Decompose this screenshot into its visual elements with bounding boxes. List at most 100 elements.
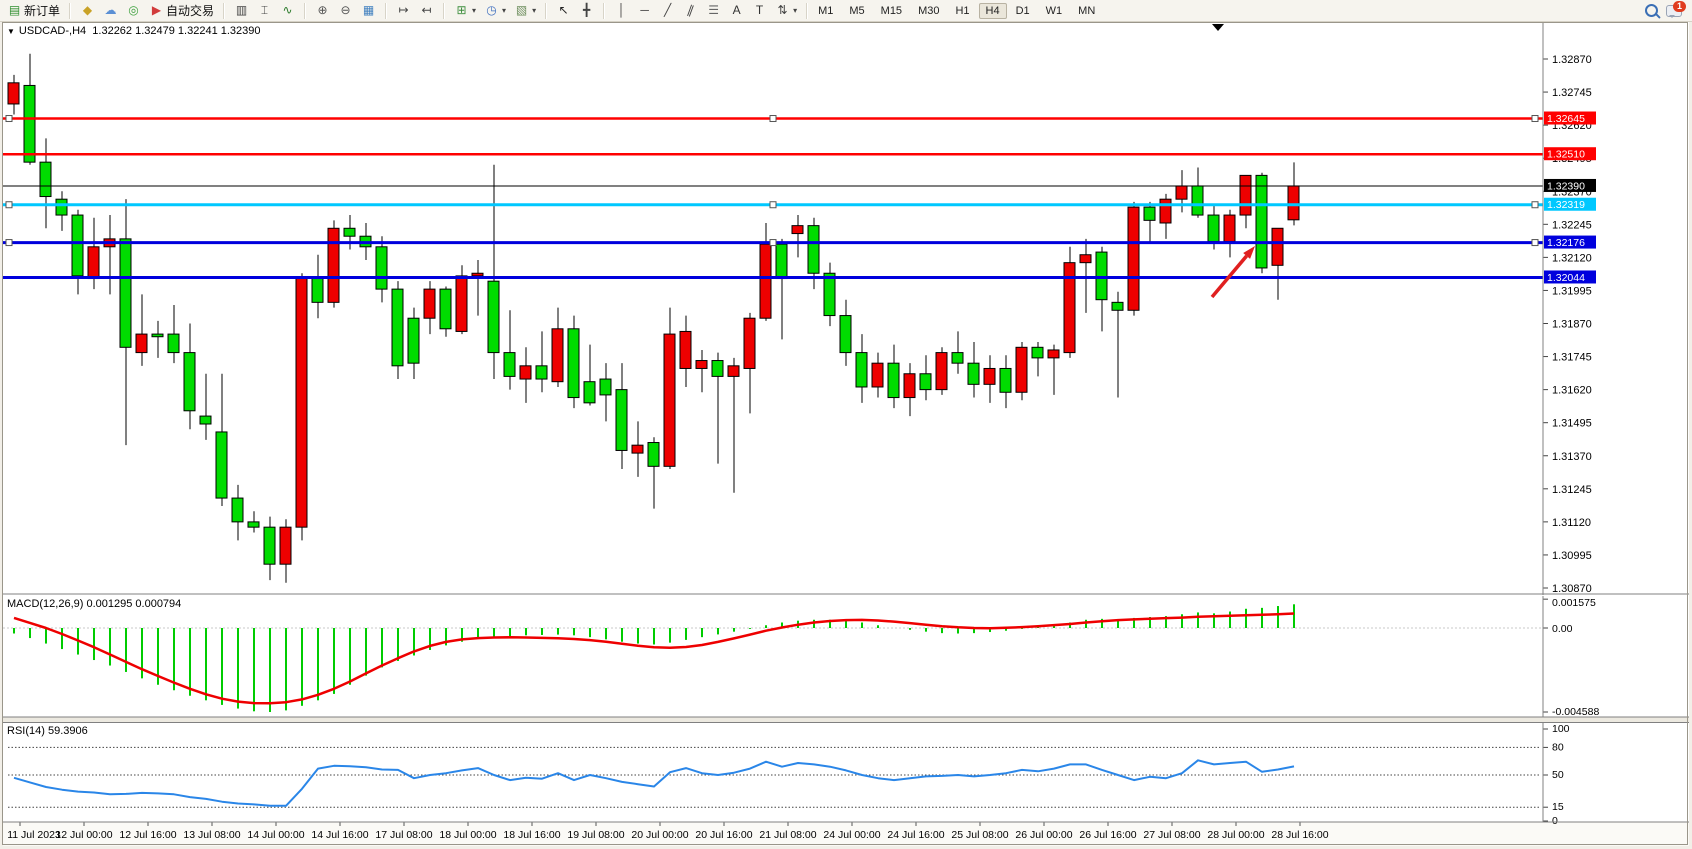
svg-text:1.30995: 1.30995 — [1552, 550, 1592, 562]
mt4-window: ▤新订单◆☁◎▶自动交易▥⌶∿⊕⊖▦↦↤⊞▾◷▾▧▾↖╋│─╱∥☰AT⇅▾M1M… — [0, 0, 1692, 849]
new-order-icon: ▤ — [7, 3, 22, 18]
svg-text:26 Jul 16:00: 26 Jul 16:00 — [1079, 829, 1136, 841]
timeframe-h1-button[interactable]: H1 — [948, 3, 976, 19]
cursor-icon: ↖ — [556, 3, 571, 18]
svg-text:1.32120: 1.32120 — [1552, 252, 1592, 264]
chart-dropdown-icon[interactable]: ▼ — [7, 27, 15, 36]
cursor-button[interactable]: ↖ — [552, 1, 575, 20]
svg-text:1.32245: 1.32245 — [1552, 219, 1592, 231]
svg-text:14 Jul 00:00: 14 Jul 00:00 — [247, 829, 304, 841]
horizontal-line-icon: ─ — [637, 3, 652, 18]
svg-text:1.31745: 1.31745 — [1552, 352, 1592, 364]
arrows-button[interactable]: ⇅▾ — [771, 1, 801, 20]
svg-text:12 Jul 00:00: 12 Jul 00:00 — [55, 829, 112, 841]
svg-text:28 Jul 16:00: 28 Jul 16:00 — [1271, 829, 1328, 841]
main-toolbar: ▤新订单◆☁◎▶自动交易▥⌶∿⊕⊖▦↦↤⊞▾◷▾▧▾↖╋│─╱∥☰AT⇅▾M1M… — [0, 0, 1692, 22]
timeframe-w1-button[interactable]: W1 — [1039, 3, 1070, 19]
chevron-down-icon: ▾ — [472, 6, 476, 15]
svg-text:18 Jul 16:00: 18 Jul 16:00 — [503, 829, 560, 841]
svg-text:25 Jul 08:00: 25 Jul 08:00 — [951, 829, 1008, 841]
vertical-line-button[interactable]: │ — [610, 1, 633, 20]
styler-button[interactable]: ◆ — [76, 1, 99, 20]
svg-text:21 Jul 08:00: 21 Jul 08:00 — [759, 829, 816, 841]
timeframe-m30-button[interactable]: M30 — [911, 3, 946, 19]
templates-icon: ▧ — [514, 3, 529, 18]
line-chart-button[interactable]: ∿ — [276, 1, 299, 20]
svg-text:1.32510: 1.32510 — [1547, 149, 1585, 161]
autotrading-button[interactable]: ▶自动交易 — [145, 0, 218, 21]
search-icon[interactable] — [1645, 4, 1658, 17]
crosshair-icon: ╋ — [579, 3, 594, 18]
symbol-period-label: USDCAD-,H4 — [19, 25, 86, 37]
notifications-icon[interactable]: 1 — [1666, 5, 1682, 17]
toolbar-separator — [806, 3, 808, 19]
zoom-in-button[interactable]: ⊕ — [311, 1, 334, 20]
toolbar-group: │ ─ ╱∥ ☰ AT⇅▾ — [607, 0, 804, 21]
svg-text:13 Jul 08:00: 13 Jul 08:00 — [183, 829, 240, 841]
svg-text:1.31995: 1.31995 — [1552, 285, 1592, 297]
timeframe-d1-button[interactable]: D1 — [1009, 3, 1037, 19]
chart-canvas[interactable]: 1.328701.327451.326201.324951.323701.322… — [0, 0, 1692, 849]
svg-text:12 Jul 16:00: 12 Jul 16:00 — [119, 829, 176, 841]
styler-icon: ◆ — [80, 3, 95, 18]
svg-text:1.32645: 1.32645 — [1547, 113, 1585, 125]
timeframe-m5-button[interactable]: M5 — [842, 3, 871, 19]
chart-shift-button[interactable]: ↤ — [415, 1, 438, 20]
toolbar-group: ▥ ⌶ ∿ — [227, 0, 302, 21]
timeframe-h4-button[interactable]: H4 — [979, 3, 1007, 19]
fibonacci-icon: ☰ — [706, 3, 721, 18]
line-chart-icon: ∿ — [280, 3, 295, 18]
toolbar-group: ⊕ ⊖ ▦ — [308, 0, 383, 21]
bar-chart-icon: ▥ — [234, 3, 249, 18]
arrows-icon: ⇅ — [775, 3, 790, 18]
equidistant-channel-button[interactable]: ∥ — [679, 1, 702, 20]
svg-text:15: 15 — [1552, 801, 1564, 813]
svg-text:24 Jul 16:00: 24 Jul 16:00 — [887, 829, 944, 841]
indicators-button[interactable]: ⊞▾ — [450, 1, 480, 20]
svg-text:26 Jul 00:00: 26 Jul 00:00 — [1015, 829, 1072, 841]
zoom-out-button[interactable]: ⊖ — [334, 1, 357, 20]
new-order-label: 新订单 — [24, 2, 60, 19]
fibonacci-button[interactable]: ☰ — [702, 1, 725, 20]
macd-indicator-label: MACD(12,26,9) 0.001295 0.000794 — [7, 598, 181, 610]
svg-text:18 Jul 00:00: 18 Jul 00:00 — [439, 829, 496, 841]
timeframe-m15-button[interactable]: M15 — [874, 3, 909, 19]
toolbar-group: ▤新订单 — [0, 0, 67, 21]
svg-text:1.30870: 1.30870 — [1552, 583, 1592, 595]
timeframe-mn-button[interactable]: MN — [1071, 3, 1102, 19]
auto-scroll-button[interactable]: ↦ — [392, 1, 415, 20]
svg-text:1.32044: 1.32044 — [1547, 272, 1585, 284]
svg-text:20 Jul 00:00: 20 Jul 00:00 — [631, 829, 688, 841]
zoom-out-icon: ⊖ — [338, 3, 353, 18]
trendline-button[interactable]: ╱ — [656, 1, 679, 20]
text-button[interactable]: A — [725, 1, 748, 20]
toolbar-separator — [443, 3, 445, 19]
svg-text:1.31870: 1.31870 — [1552, 319, 1592, 331]
candlestick-chart-button[interactable]: ⌶ — [253, 1, 276, 20]
vertical-line-icon: │ — [614, 3, 629, 18]
toolbar-right: 1 — [1645, 4, 1692, 17]
toolbar-separator — [69, 3, 71, 19]
tile-windows-button[interactable]: ▦ — [357, 1, 380, 20]
templates-button[interactable]: ▧▾ — [510, 1, 540, 20]
svg-text:1.32745: 1.32745 — [1552, 87, 1592, 99]
timeframe-m1-button[interactable]: M1 — [811, 3, 840, 19]
svg-text:17 Jul 08:00: 17 Jul 08:00 — [375, 829, 432, 841]
horizontal-line-button[interactable]: ─ — [633, 1, 656, 20]
autotrading-label: 自动交易 — [166, 2, 214, 19]
autotrading-icon: ▶ — [149, 3, 164, 18]
toolbar-group: ◆☁◎▶自动交易 — [73, 0, 221, 21]
text-label-button[interactable]: T — [748, 1, 771, 20]
svg-text:0: 0 — [1552, 815, 1558, 827]
crosshair-button[interactable]: ╋ — [575, 1, 598, 20]
svg-text:11 Jul 2023: 11 Jul 2023 — [7, 829, 61, 841]
strategy-tester-button[interactable]: ◎ — [122, 1, 145, 20]
new-order-button[interactable]: ▤新订单 — [3, 0, 64, 21]
svg-text:27 Jul 08:00: 27 Jul 08:00 — [1143, 829, 1200, 841]
candlestick-chart-icon: ⌶ — [257, 3, 272, 18]
terminal-button[interactable]: ☁ — [99, 1, 122, 20]
bar-chart-button[interactable]: ▥ — [230, 1, 253, 20]
periods-button[interactable]: ◷▾ — [480, 1, 510, 20]
svg-text:19 Jul 08:00: 19 Jul 08:00 — [567, 829, 624, 841]
svg-text:100: 100 — [1552, 723, 1570, 735]
